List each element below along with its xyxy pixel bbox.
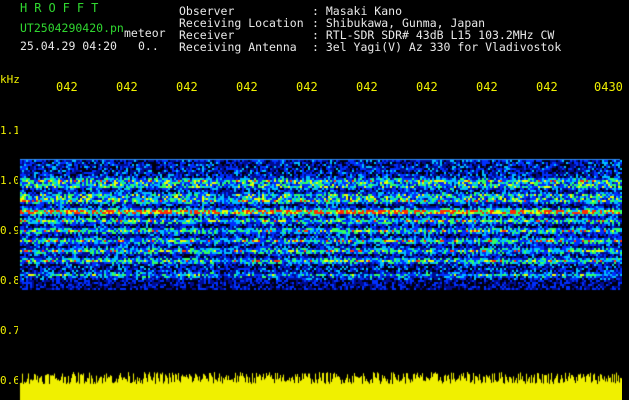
spectrogram-plot xyxy=(18,100,622,400)
y-axis-unit: kHz xyxy=(0,73,20,86)
y-tick-label: 0.7 xyxy=(0,324,20,337)
x-tick-label: 042 xyxy=(296,80,318,94)
app-title: HROFFT xyxy=(20,1,106,15)
x-tick-label: 042 xyxy=(476,80,498,94)
y-tick-label: 1.1 xyxy=(0,124,20,137)
x-tick-label: 0430 xyxy=(594,80,623,94)
y-tick-label: 0.6 xyxy=(0,374,20,387)
x-tick-label: 042 xyxy=(416,80,438,94)
detection-type: meteor xyxy=(124,26,166,40)
y-tick-label: 0.9 xyxy=(0,224,20,237)
antenna-value: : 3el Yagi(V) Az 330 for Vladivostok xyxy=(312,40,562,54)
x-tick-label: 042 xyxy=(116,80,138,94)
echo-count: 0.. xyxy=(138,39,159,53)
x-tick-label: 042 xyxy=(236,80,258,94)
x-tick-label: 042 xyxy=(176,80,198,94)
x-tick-label: 042 xyxy=(56,80,78,94)
x-tick-label: 042 xyxy=(356,80,378,94)
image-filename: UT2504290420.pn xyxy=(20,21,124,35)
capture-datetime: 25.04.29 04:20 xyxy=(20,39,117,53)
y-tick-label: 0.8 xyxy=(0,274,20,287)
antenna-label: Receiving Antenna xyxy=(179,40,297,54)
y-tick-label: 1.0 xyxy=(0,174,20,187)
x-tick-label: 042 xyxy=(536,80,558,94)
